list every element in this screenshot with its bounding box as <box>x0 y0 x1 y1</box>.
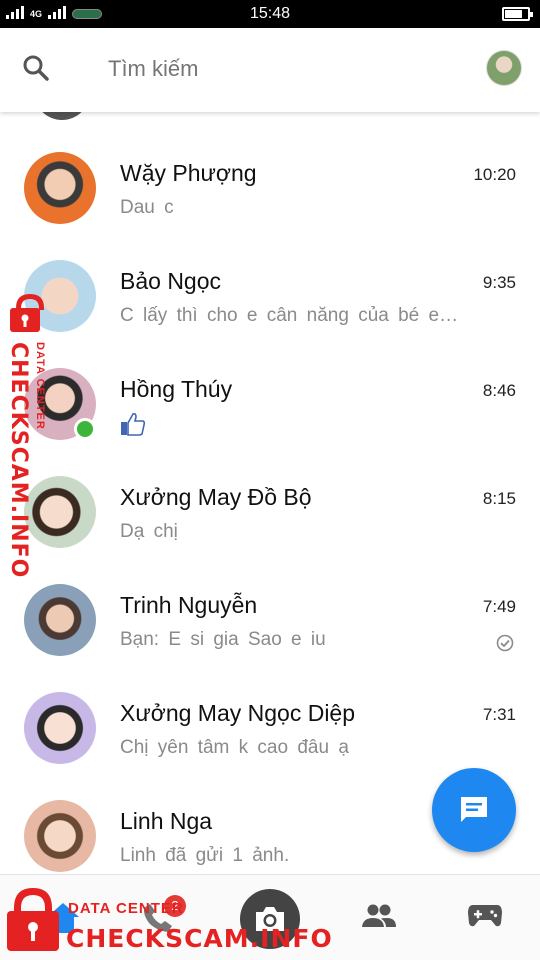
watermark-subtext: DATA CENTER <box>34 342 46 430</box>
games-icon <box>468 905 502 927</box>
message-time: 10:20 <box>473 165 516 184</box>
lock-icon <box>7 888 59 951</box>
conversation-row[interactable]: Xưởng May Ngọc Diệp Chị yên tâm k cao đâ… <box>0 652 540 764</box>
message-preview: Linh đã gửi 1 ảnh. <box>120 845 290 866</box>
watermark-text: CHECKSCAM.INFO <box>6 342 31 579</box>
avatar <box>24 692 96 764</box>
watermark-text: CHECKSCAM.INFO <box>66 924 333 953</box>
contact-name: Linh Nga <box>120 808 213 834</box>
conversation-row[interactable]: Xưởng May Đồ Bộ Dạ chị 8:15 <box>0 436 540 548</box>
conversation-row[interactable]: Bảo Ngọc C lấy thì cho e cân năng của bé… <box>0 220 540 332</box>
watermark-subtext: DATA CENTER <box>68 900 184 917</box>
people-icon <box>362 904 396 927</box>
contact-name: Wặy Phượng <box>120 160 257 186</box>
new-message-button[interactable] <box>432 768 516 852</box>
nav-games[interactable] <box>440 875 530 960</box>
contact-name: Hồng Thúy <box>120 376 233 402</box>
message-icon <box>461 797 487 822</box>
message-time: 7:49 <box>482 597 516 616</box>
avatar <box>24 152 96 224</box>
status-time: 15:48 <box>249 5 291 22</box>
message-time: 7:31 <box>482 705 516 724</box>
message-time: 9:35 <box>482 273 516 292</box>
thumbs-up-icon <box>121 413 146 436</box>
app-header <box>0 28 540 112</box>
battery-icon <box>502 7 533 21</box>
conversation-list: Wặy Phượng Dau c 10:20 Bảo Ngọc C lấy th… <box>0 112 540 874</box>
message-preview: Chị yên tâm k cao đâu ạ <box>120 737 349 758</box>
lock-icon <box>10 294 44 332</box>
message-preview: Dau c <box>120 197 174 218</box>
contact-name: Xưởng May Đồ Bộ <box>120 484 312 510</box>
conversation-row[interactable]: Wặy Phượng Dau c 10:20 <box>0 112 540 224</box>
conversation-row[interactable]: Trinh Nguyễn Bạn: E si gia Sao e iu 7:49 <box>0 544 540 656</box>
status-bar: 4G 15:48 <box>0 0 540 28</box>
message-preview: C lấy thì cho e cân năng của bé e… <box>120 305 459 326</box>
message-preview: Bạn: E si gia Sao e iu <box>120 629 326 650</box>
nav-people[interactable] <box>334 875 424 960</box>
seen-check-icon <box>496 634 514 652</box>
search-icon[interactable] <box>22 54 50 82</box>
conversation-row[interactable]: Hồng Thúy 8:46 <box>0 328 540 440</box>
avatar <box>24 800 96 872</box>
message-preview: Dạ chị <box>120 521 178 542</box>
contact-name: Xưởng May Ngọc Diệp <box>120 700 356 726</box>
profile-avatar[interactable] <box>486 50 522 86</box>
message-time: 8:15 <box>482 489 516 508</box>
watermark-bottom: DATA CENTER CHECKSCAM.INFO <box>0 878 333 958</box>
contact-name: Trinh Nguyễn <box>120 592 258 618</box>
avatar <box>24 584 96 656</box>
contact-name: Bảo Ngọc <box>120 268 222 294</box>
message-time: 8:46 <box>482 381 516 400</box>
search-input[interactable] <box>108 56 428 82</box>
watermark-side: CHECKSCAM.INFO DATA CENTER <box>2 290 60 578</box>
